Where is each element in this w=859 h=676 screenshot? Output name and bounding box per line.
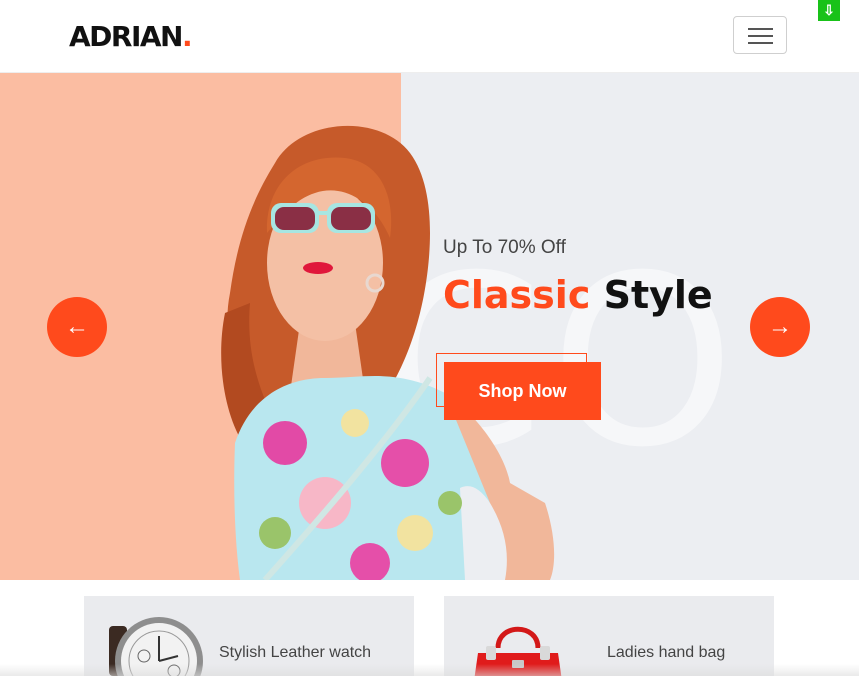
- site-header: ADRIAN. ⇩: [0, 0, 859, 73]
- shop-now-button[interactable]: Shop Now: [444, 362, 601, 420]
- hamburger-icon-line: [748, 42, 773, 44]
- product-name: Ladies hand bag: [607, 644, 726, 661]
- product-banner-section: Stylish Leather watch Ladies hand bag: [0, 580, 859, 676]
- hero-title-accent: Classic: [443, 273, 591, 317]
- logo-dot: .: [182, 20, 193, 53]
- hero-model-image: [221, 125, 555, 580]
- logo[interactable]: ADRIAN.: [69, 19, 193, 55]
- hero-subtitle: Up To 70% Off: [443, 237, 566, 258]
- hero-slider: CO Up To 70% Off C: [0, 73, 859, 580]
- hero-title-rest: Style: [603, 273, 713, 317]
- logo-text: ADRIAN: [69, 20, 184, 53]
- menu-toggle-button[interactable]: [733, 16, 787, 54]
- arrow-right-icon[interactable]: →: [750, 297, 810, 357]
- hero-title: Classic Style: [443, 271, 713, 319]
- hamburger-icon-line: [748, 35, 773, 37]
- download-arrow-icon[interactable]: ⇩: [818, 0, 840, 21]
- hamburger-icon-line: [748, 28, 773, 30]
- product-name: Stylish Leather watch: [219, 644, 372, 661]
- bottom-edge-shadow: [0, 664, 859, 676]
- arrow-left-icon[interactable]: ←: [47, 297, 107, 357]
